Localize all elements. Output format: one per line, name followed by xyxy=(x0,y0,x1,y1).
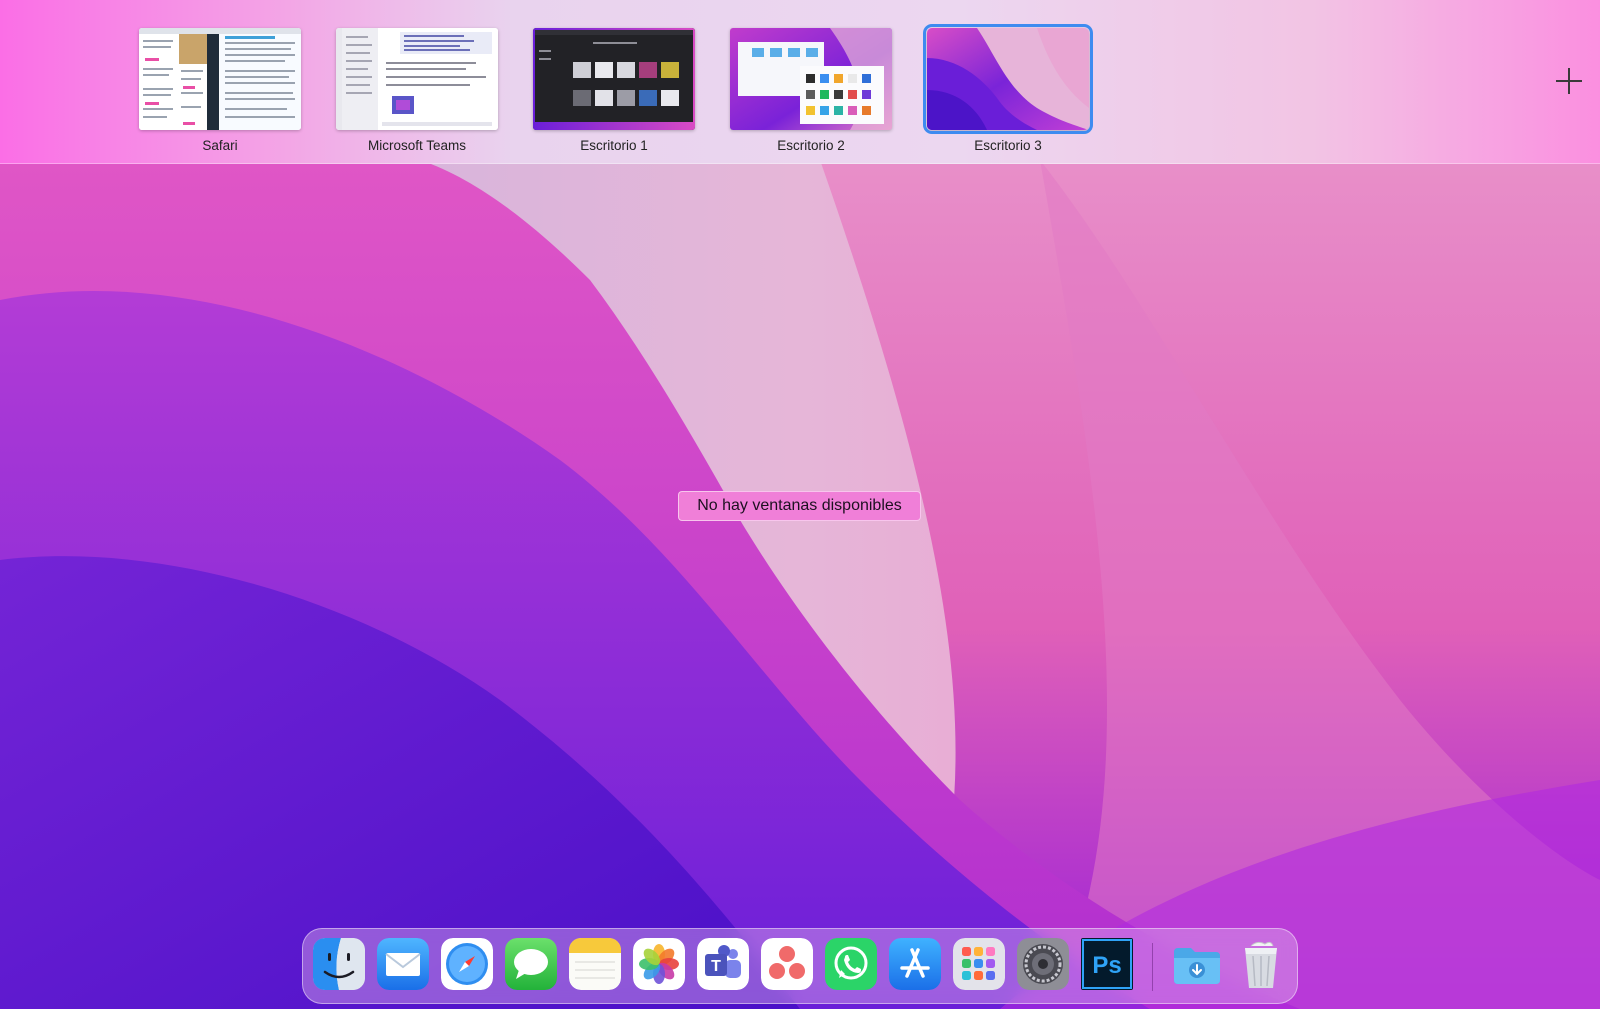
mail-icon[interactable] xyxy=(377,938,429,990)
space-escritorio-2[interactable]: Escritorio 2 xyxy=(726,28,896,154)
space-label: Escritorio 2 xyxy=(777,138,845,153)
space-label: Microsoft Teams xyxy=(367,138,467,153)
trash-icon[interactable] xyxy=(1235,938,1287,990)
downloads-folder-icon[interactable] xyxy=(1171,938,1223,990)
space-escritorio-3[interactable]: Escritorio 3 xyxy=(923,24,1093,154)
svg-text:Ps: Ps xyxy=(1092,952,1121,979)
mission-control-spaces-bar: Safari Microsoft Teams Escritorio 1 Escr… xyxy=(0,0,1600,164)
finder-icon[interactable] xyxy=(313,938,365,990)
whatsapp-icon[interactable] xyxy=(825,938,877,990)
no-windows-message: No hay ventanas disponibles xyxy=(678,491,921,521)
app-store-icon[interactable] xyxy=(889,938,941,990)
space-label: Escritorio 1 xyxy=(580,138,648,153)
svg-text:T: T xyxy=(711,958,721,975)
dock: T Ps xyxy=(302,928,1298,1004)
system-preferences-icon[interactable] xyxy=(1017,938,1069,990)
space-safari[interactable]: Safari xyxy=(135,28,305,154)
space-thumbnail[interactable] xyxy=(139,28,301,130)
asana-icon[interactable] xyxy=(761,938,813,990)
teams-icon[interactable]: T xyxy=(697,938,749,990)
photos-icon[interactable] xyxy=(633,938,685,990)
space-microsoft-teams[interactable]: Microsoft Teams xyxy=(332,28,502,154)
photoshop-icon[interactable]: Ps xyxy=(1081,938,1133,990)
safari-icon[interactable] xyxy=(441,938,493,990)
space-escritorio-1[interactable]: Escritorio 1 xyxy=(529,28,699,154)
dock-separator xyxy=(1152,943,1153,991)
space-thumbnail[interactable] xyxy=(923,24,1093,134)
space-thumbnail[interactable] xyxy=(730,28,892,130)
messages-icon[interactable] xyxy=(505,938,557,990)
notes-icon[interactable] xyxy=(569,938,621,990)
space-label: Safari xyxy=(202,138,238,153)
launchpad-icon[interactable] xyxy=(953,938,1005,990)
add-space-button[interactable] xyxy=(1554,66,1584,96)
space-thumbnail[interactable] xyxy=(533,28,695,130)
space-thumbnail[interactable] xyxy=(336,28,498,130)
space-label: Escritorio 3 xyxy=(974,138,1042,153)
